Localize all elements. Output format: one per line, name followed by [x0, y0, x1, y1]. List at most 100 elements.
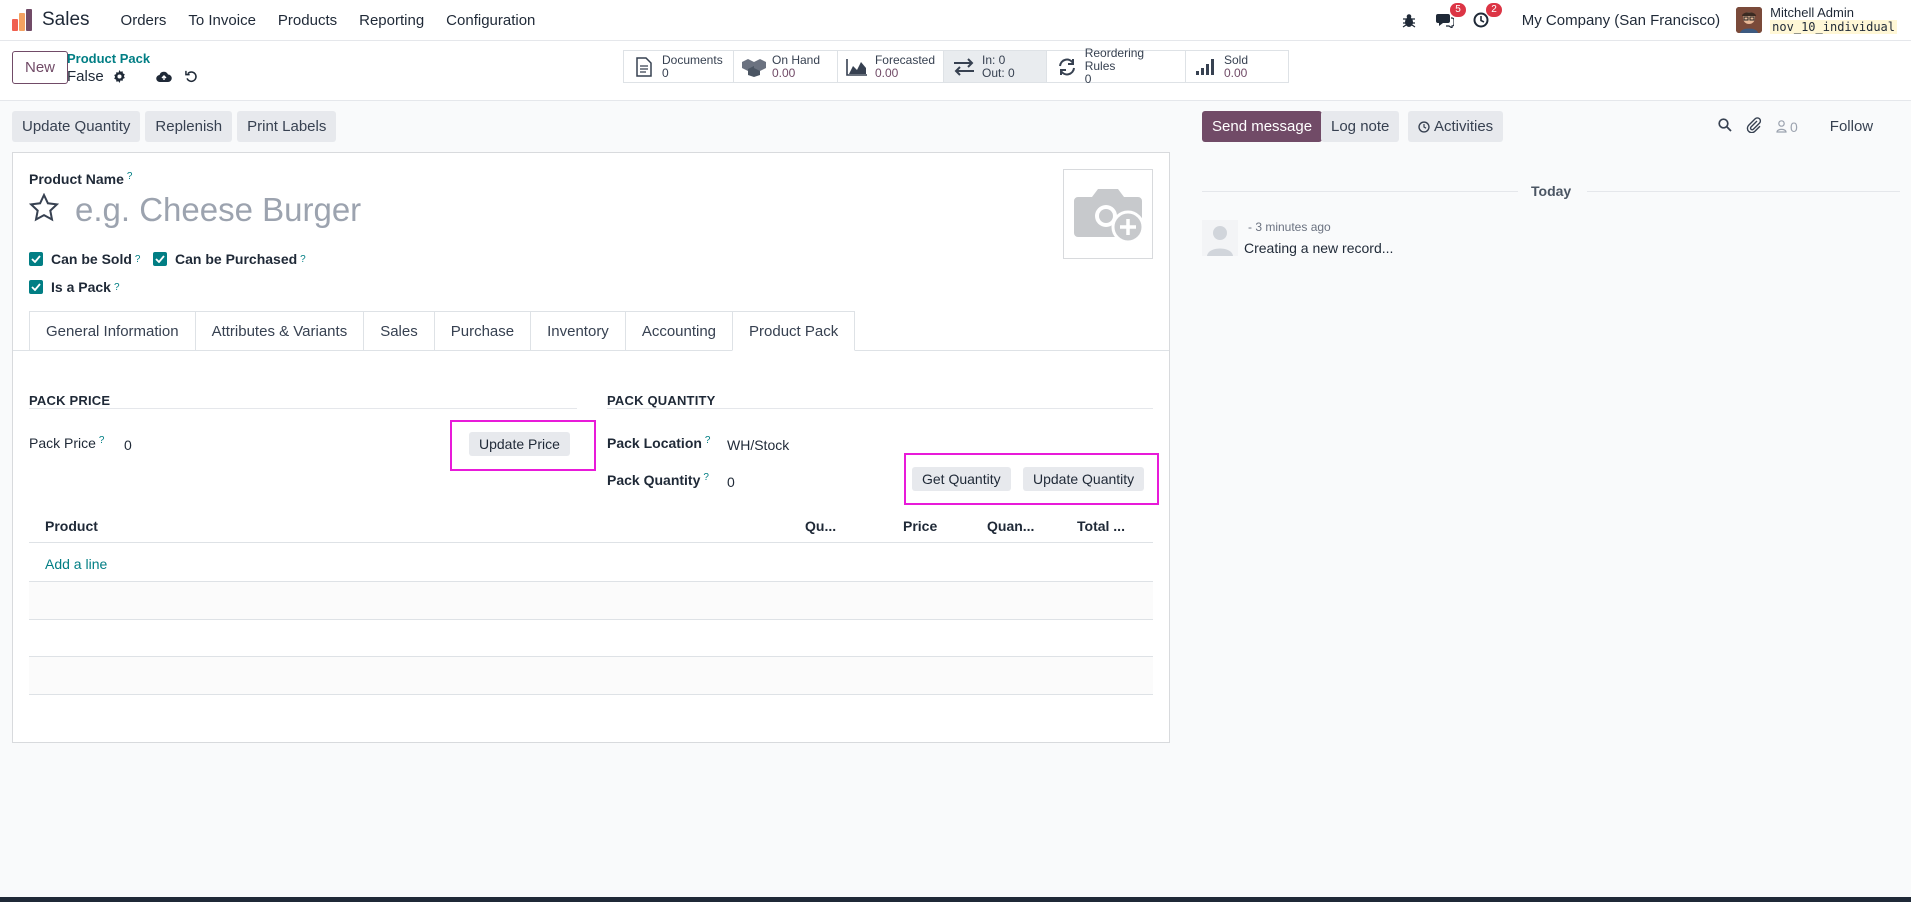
user-menu[interactable]: Mitchell Admin nov_10_individual — [1736, 6, 1897, 34]
menu-to-invoice[interactable]: To Invoice — [177, 12, 267, 29]
search-icon[interactable] — [1718, 118, 1732, 135]
tab-attributes-variants[interactable]: Attributes & Variants — [194, 311, 365, 351]
record-name: False — [67, 68, 104, 85]
navbar-systray: 5 2 My Company (San Francisco) Mitchell … — [1384, 0, 1911, 40]
messages-icon[interactable]: 5 — [1434, 3, 1466, 31]
pack-location-label: Pack Location? — [607, 435, 711, 451]
checkbox-checked-icon[interactable] — [153, 252, 167, 266]
exchange-icon — [952, 56, 976, 78]
product-name-label: Product Name? — [29, 171, 133, 187]
pack-price-label: Pack Price? — [29, 435, 105, 451]
checkbox-checked-icon[interactable] — [29, 252, 43, 266]
app-name[interactable]: Sales — [42, 9, 90, 31]
user-icon — [1776, 120, 1787, 133]
activity-clock-icon[interactable]: 2 — [1470, 3, 1502, 31]
menu-products[interactable]: Products — [267, 12, 348, 29]
update-quantity-header-button[interactable]: Update Quantity — [12, 111, 141, 142]
save-cloud-icon[interactable] — [155, 69, 172, 85]
control-panel: New Product Pack False Documents 0 On Han… — [0, 41, 1911, 101]
smart-reordering-rules[interactable]: Reordering Rules 0 — [1047, 47, 1186, 86]
can-be-purchased-checkbox[interactable]: Can be Purchased? — [153, 251, 306, 267]
smart-documents[interactable]: Documents 0 — [624, 51, 734, 82]
message-body: Creating a new record... — [1244, 240, 1394, 256]
tab-accounting[interactable]: Accounting — [624, 311, 734, 351]
tab-product-pack[interactable]: Product Pack — [732, 311, 856, 351]
notebook-tabs: General Information Attributes & Variant… — [29, 311, 856, 351]
bug-icon[interactable] — [1398, 9, 1420, 31]
update-quantity-button[interactable]: Update Quantity — [1023, 467, 1145, 491]
menu-orders[interactable]: Orders — [110, 12, 178, 29]
pack-quantity-value: 0 — [727, 474, 735, 490]
get-quantity-button[interactable]: Get Quantity — [912, 467, 1011, 491]
product-name-input[interactable] — [75, 191, 835, 229]
form-action-buttons: Update Quantity Replenish Print Labels — [12, 111, 337, 142]
column-quantity[interactable]: Qu... — [805, 518, 836, 534]
paperclip-icon[interactable] — [1746, 117, 1762, 136]
pack-location-value[interactable]: WH/Stock — [727, 437, 789, 453]
company-switcher[interactable]: My Company (San Francisco) — [1522, 12, 1720, 29]
bottom-edge-bar — [0, 897, 1911, 902]
column-total[interactable]: Total ... — [1077, 518, 1125, 534]
main-menu: Orders To Invoice Products Reporting Con… — [110, 12, 547, 29]
pack-lines-table-header: Product Qu... Price Quan... Total ... — [29, 508, 1153, 542]
section-divider — [29, 408, 577, 409]
is-a-pack-checkbox[interactable]: Is a Pack? — [29, 279, 120, 295]
avatar — [1736, 7, 1763, 33]
gear-icon[interactable] — [112, 69, 128, 85]
new-button[interactable]: New — [12, 51, 69, 84]
chatter-toolbar: 0 Follow — [1718, 117, 1873, 136]
menu-configuration[interactable]: Configuration — [435, 12, 546, 29]
log-note-button[interactable]: Log note — [1321, 111, 1400, 142]
avatar — [1202, 220, 1238, 256]
date-divider — [1587, 191, 1900, 192]
column-price[interactable]: Price — [903, 518, 937, 534]
camera-add-icon — [1074, 189, 1144, 244]
record-title-line: False — [67, 68, 200, 85]
app-logo-icon[interactable] — [12, 9, 32, 31]
smart-in-out[interactable]: In: 0 Out: 0 — [944, 51, 1047, 82]
discard-undo-icon[interactable] — [184, 69, 200, 85]
help-tooltip-icon[interactable]: ? — [127, 171, 133, 182]
tab-inventory[interactable]: Inventory — [530, 311, 626, 351]
form-sheet: Product Name? Can be Sold? Can be Purcha… — [12, 152, 1170, 743]
activities-button[interactable]: Activities — [1408, 111, 1504, 142]
smart-sold[interactable]: Sold 0.00 — [1186, 51, 1288, 82]
product-image-upload[interactable] — [1063, 169, 1153, 259]
clock-icon — [1418, 120, 1430, 133]
follow-button[interactable]: Follow — [1830, 118, 1873, 135]
smart-buttons: Documents 0 On Hand 0.00 Forecasted 0.00 In… — [623, 47, 1289, 86]
smart-on-hand[interactable]: On Hand 0.00 — [734, 51, 838, 82]
pack-quantity-section-title: PACK QUANTITY — [607, 393, 716, 408]
smart-forecasted[interactable]: Forecasted 0.00 — [838, 51, 944, 82]
area-chart-icon — [846, 56, 869, 78]
table-row — [29, 582, 1153, 619]
column-product[interactable]: Product — [45, 518, 98, 534]
breadcrumb[interactable]: Product Pack — [67, 51, 150, 66]
table-divider — [29, 619, 1153, 620]
table-row — [29, 657, 1153, 694]
pack-price-value: 0 — [124, 437, 132, 453]
top-navbar: Sales Orders To Invoice Products Reporti… — [0, 0, 1911, 41]
tab-sales[interactable]: Sales — [363, 311, 435, 351]
date-separator-today: Today — [1531, 183, 1572, 199]
menu-reporting[interactable]: Reporting — [348, 12, 435, 29]
activities-badge: 2 — [1486, 3, 1502, 17]
table-divider — [29, 542, 1153, 543]
can-be-sold-checkbox[interactable]: Can be Sold? — [29, 251, 140, 267]
column-quantity-2[interactable]: Quan... — [987, 518, 1034, 534]
section-divider — [607, 408, 1153, 409]
user-name: Mitchell Admin — [1770, 5, 1854, 20]
pack-price-section-title: PACK PRICE — [29, 393, 111, 408]
add-a-line-link[interactable]: Add a line — [45, 556, 107, 572]
tab-purchase[interactable]: Purchase — [433, 311, 532, 351]
followers-counter[interactable]: 0 — [1776, 119, 1798, 135]
tab-general-information[interactable]: General Information — [29, 311, 196, 351]
send-message-button[interactable]: Send message — [1202, 111, 1323, 142]
star-icon[interactable] — [28, 192, 60, 223]
print-labels-button[interactable]: Print Labels — [237, 111, 337, 142]
replenish-button[interactable]: Replenish — [145, 111, 233, 142]
checkbox-checked-icon[interactable] — [29, 280, 43, 294]
update-price-button[interactable]: Update Price — [469, 432, 570, 456]
database-name: nov_10_individual — [1770, 20, 1897, 34]
table-divider — [29, 694, 1153, 695]
